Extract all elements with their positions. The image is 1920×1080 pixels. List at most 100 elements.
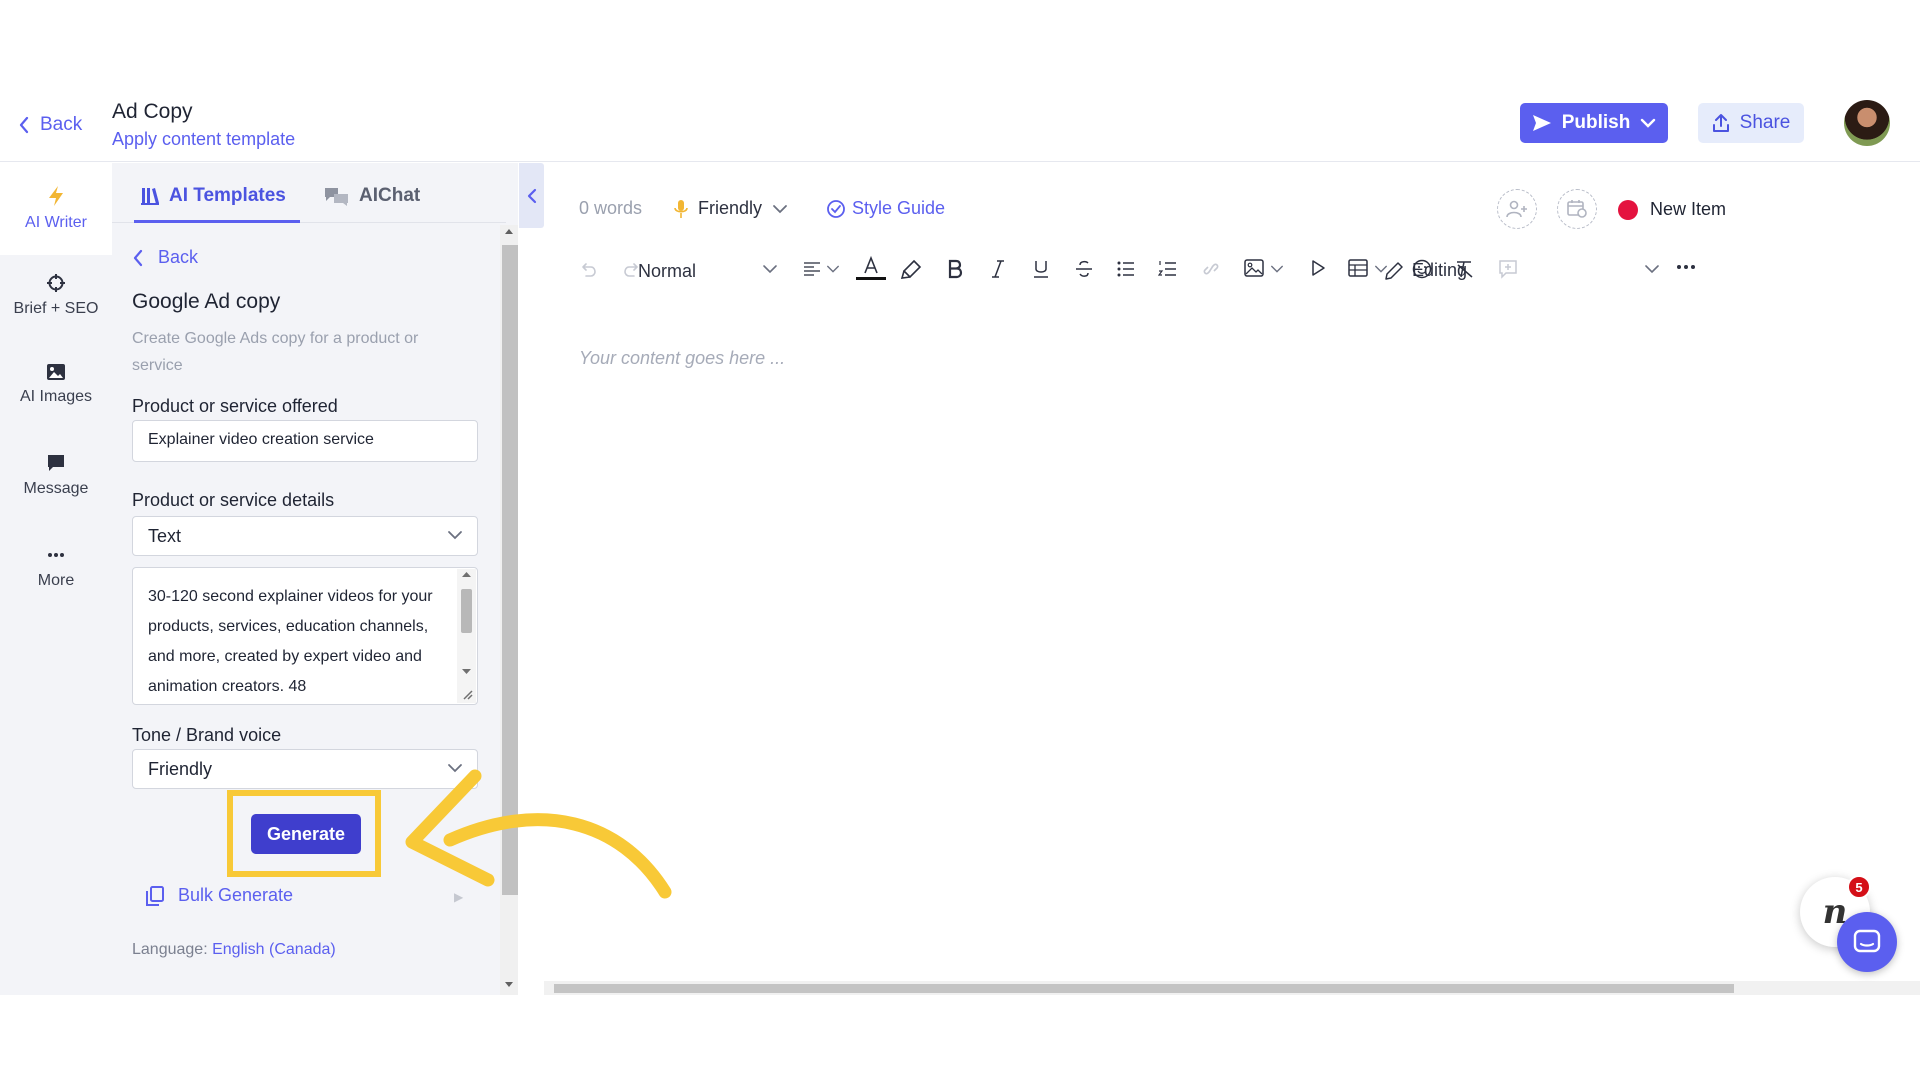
bullet-list-icon[interactable] <box>1116 259 1136 279</box>
chevron-down-icon[interactable] <box>1644 264 1660 274</box>
chat-launcher-button[interactable] <box>1837 912 1897 972</box>
template-description: Create Google Ads copy for a product or … <box>132 330 419 374</box>
copy-icon <box>146 885 164 906</box>
add-collaborator-button[interactable] <box>1497 189 1537 229</box>
tone-dropdown[interactable]: Friendly <box>674 198 788 219</box>
details-text-value: 30-120 second explainer videos for your … <box>148 588 433 695</box>
calendar-clock-icon <box>1567 200 1587 218</box>
details-textarea[interactable]: 30-120 second explainer videos for your … <box>132 567 478 705</box>
top-bar: Back Ad Copy Apply content template Publ… <box>0 100 1920 162</box>
insert-image-icon[interactable] <box>1244 259 1264 277</box>
language-info: Language: English (Canada) <box>132 941 336 959</box>
template-title: Google Ad copy <box>132 290 281 313</box>
status-dot <box>1618 199 1638 220</box>
chevron-left-icon <box>527 188 536 203</box>
bulk-generate-link[interactable]: Bulk Generate <box>146 885 293 906</box>
collapse-panel-button[interactable] <box>519 163 544 228</box>
editing-mode-dropdown[interactable]: Editing <box>1384 260 1467 281</box>
status-label: New Item <box>1650 199 1727 219</box>
image-icon <box>47 364 65 380</box>
align-left-icon[interactable] <box>802 259 822 279</box>
rail-label-ai-writer: AI Writer <box>25 214 87 231</box>
microphone-icon <box>674 199 688 218</box>
editor-scroll-thumb[interactable] <box>554 984 1734 993</box>
active-tab-indicator <box>134 220 300 223</box>
back-link[interactable]: Back <box>18 114 82 136</box>
more-options-icon[interactable] <box>1676 263 1696 271</box>
share-upload-icon <box>1712 114 1729 132</box>
rail-label-message: Message <box>23 480 89 497</box>
content-editor[interactable]: Your content goes here ... <box>579 348 785 369</box>
notification-badge: 5 <box>1847 875 1871 899</box>
tutorial-arrow-icon <box>405 769 672 899</box>
bold-icon[interactable] <box>946 259 964 279</box>
details-label: Product or service details <box>132 490 335 510</box>
style-guide-link[interactable]: Style Guide <box>826 198 945 219</box>
chevron-down-icon <box>1641 118 1656 128</box>
editing-mode-label: Editing <box>1412 260 1468 280</box>
italic-icon[interactable] <box>990 259 1006 279</box>
text-color-icon[interactable] <box>854 255 888 281</box>
play-video-icon[interactable] <box>1310 259 1326 277</box>
ellipsis-icon <box>48 553 64 557</box>
apply-template-link[interactable]: Apply content template <box>112 129 295 150</box>
link-icon[interactable] <box>1200 259 1222 279</box>
rail-item-brief-seo[interactable]: Brief + SEO <box>0 273 112 318</box>
rail-label-brief-seo: Brief + SEO <box>13 300 99 317</box>
language-link[interactable]: English (Canada) <box>212 941 336 958</box>
add-user-icon <box>1506 200 1527 218</box>
details-type-select[interactable]: Text <box>132 516 478 556</box>
panel-back-link[interactable]: Back <box>132 247 198 268</box>
textarea-scrollbar[interactable] <box>457 569 476 703</box>
editor-horizontal-scrollbar[interactable] <box>544 981 1920 995</box>
chevron-down-icon[interactable] <box>826 264 840 274</box>
undo-icon[interactable] <box>578 259 598 279</box>
pencil-icon <box>1385 261 1403 280</box>
tab-ai-templates[interactable]: AI Templates <box>140 185 286 207</box>
tone-label: Tone / Brand voice <box>132 725 282 745</box>
chevron-down-icon[interactable] <box>762 264 778 274</box>
chevron-left-icon <box>133 249 143 266</box>
chevron-down-icon <box>448 531 462 540</box>
status-indicator[interactable]: New Item <box>1618 199 1726 220</box>
editor-area: 0 words Friendly Style Guide New Item No… <box>544 163 1920 995</box>
textarea-scroll-thumb[interactable] <box>461 589 472 633</box>
publish-label: Publish <box>1561 112 1631 133</box>
library-icon <box>141 188 159 205</box>
chevron-left-icon <box>19 116 29 134</box>
underline-icon[interactable] <box>1032 259 1050 279</box>
rail-label-ai-images: AI Images <box>19 388 93 405</box>
strikethrough-icon[interactable] <box>1074 259 1094 279</box>
chevron-down-icon <box>773 204 787 213</box>
scroll-down-icon <box>505 982 513 987</box>
table-icon[interactable] <box>1348 259 1368 277</box>
schedule-button[interactable] <box>1557 189 1597 229</box>
tab-aichat[interactable]: AIChat <box>324 185 420 207</box>
add-comment-icon[interactable] <box>1498 259 1518 279</box>
chat-bubbles-icon <box>325 188 348 206</box>
style-guide-label: Style Guide <box>852 198 946 218</box>
tab-label-aichat: AIChat <box>359 185 421 206</box>
rail-item-ai-writer[interactable]: AI Writer <box>0 163 112 255</box>
publish-button[interactable]: Publish <box>1520 103 1668 143</box>
scroll-up-icon <box>462 572 471 577</box>
user-avatar[interactable] <box>1844 100 1890 146</box>
rail-label-more: More <box>37 572 75 589</box>
numbered-list-icon[interactable] <box>1158 259 1178 279</box>
formatting-toolbar: Normal Editing <box>568 249 1718 293</box>
share-button[interactable]: Share <box>1698 103 1804 143</box>
scroll-down-icon <box>462 669 471 674</box>
product-input[interactable]: Explainer video creation service <box>132 420 478 462</box>
chevron-down-icon[interactable] <box>1270 264 1284 274</box>
highlighter-icon[interactable] <box>900 259 922 281</box>
chat-icon <box>1853 929 1881 953</box>
block-style-dropdown[interactable]: Normal <box>638 261 696 282</box>
share-label: Share <box>1739 112 1791 133</box>
generate-button[interactable]: Generate <box>251 814 361 854</box>
rail-item-message[interactable]: Message <box>0 453 112 498</box>
rail-item-more[interactable]: More <box>0 545 112 590</box>
check-badge-icon <box>827 199 845 218</box>
rail-item-ai-images[interactable]: AI Images <box>0 363 112 406</box>
back-label: Back <box>40 114 83 135</box>
resize-grip-icon[interactable] <box>460 687 474 701</box>
